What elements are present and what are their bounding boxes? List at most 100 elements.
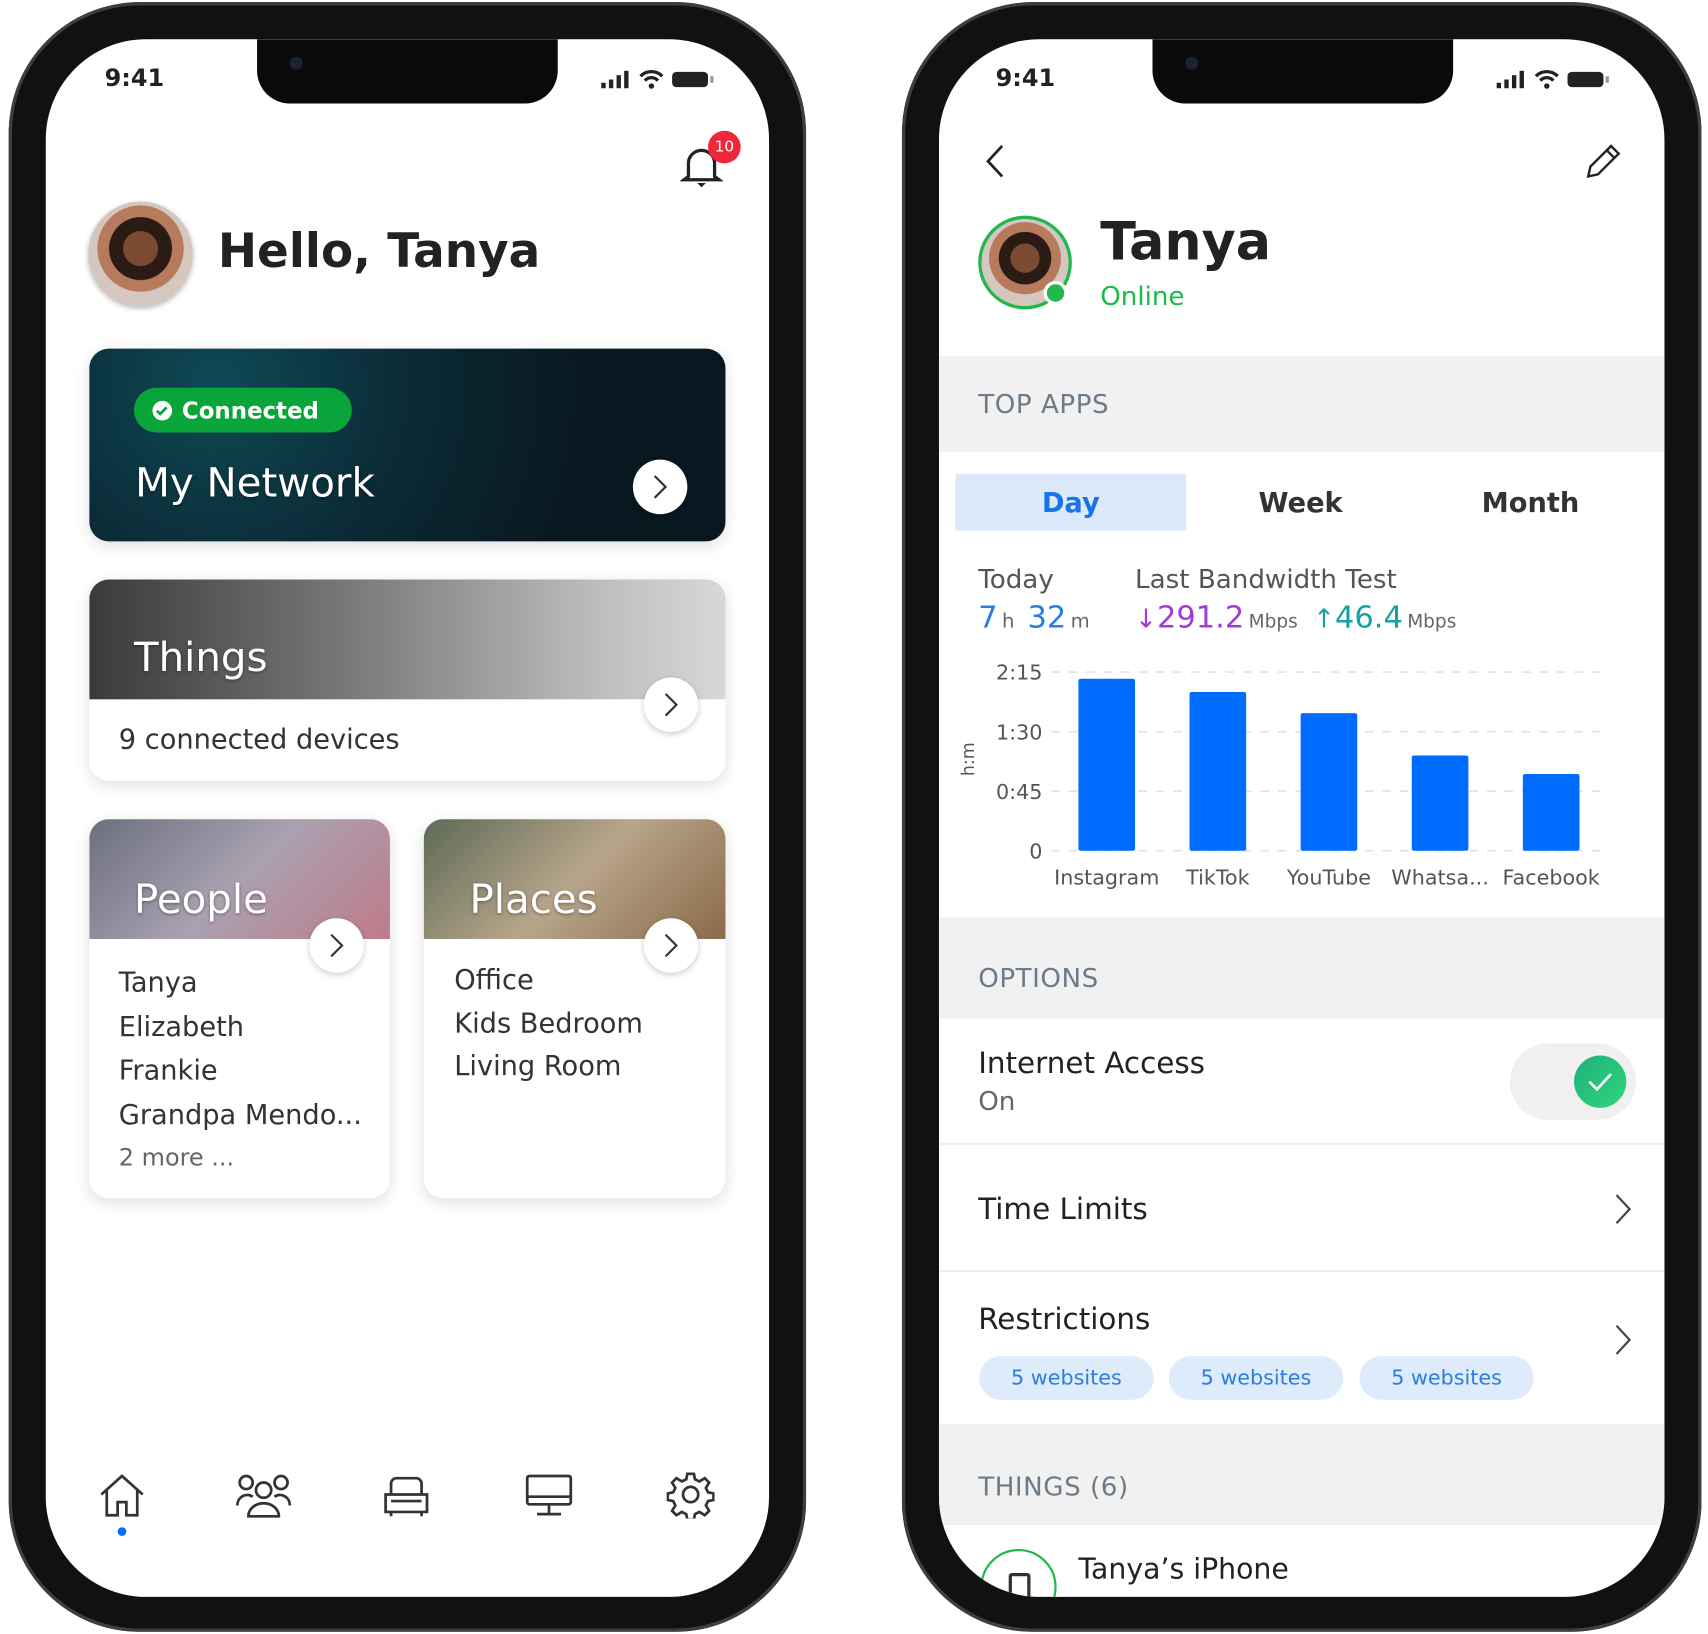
chevron-right-icon — [664, 693, 678, 717]
top-apps-header: TOP APPS — [938, 356, 1665, 453]
thing-item-name[interactable]: Tanya’s iPhone — [1078, 1553, 1288, 1586]
avatar[interactable] — [88, 201, 193, 307]
time-limits-row[interactable]: Time Limits — [938, 1145, 1665, 1273]
people-title: People — [133, 875, 268, 923]
upload-unit: Mbps — [1407, 611, 1457, 633]
y-tick-label: 1:30 — [996, 720, 1042, 744]
place-item[interactable]: Living Room — [454, 1045, 643, 1088]
connected-badge: Connected — [133, 387, 352, 433]
online-status: Online — [1100, 281, 1185, 312]
network-chevron-button[interactable] — [632, 459, 688, 515]
home-screen: 9:41 10 Hello, Tanya Connected My Networ… — [45, 39, 770, 1597]
person-item[interactable]: Tanya — [119, 961, 362, 1005]
places-title: Places — [469, 875, 598, 923]
bar-facebook — [1522, 773, 1580, 851]
more-people-link[interactable]: 2 more ... — [119, 1137, 362, 1181]
person-item[interactable]: Frankie — [119, 1049, 362, 1093]
x-tick-label: Instagram — [1054, 866, 1159, 890]
x-tick-label: TikTok — [1185, 866, 1250, 890]
people-icon[interactable] — [235, 1473, 292, 1519]
home-icon[interactable] — [98, 1473, 146, 1519]
bar-tiktok — [1189, 691, 1247, 851]
notch — [1152, 39, 1454, 104]
places-chevron-button[interactable] — [643, 918, 699, 973]
network-title: My Network — [135, 459, 375, 507]
things-header: THINGS (6) — [938, 1423, 1665, 1526]
signal-icon — [1496, 70, 1524, 89]
notifications-button[interactable]: 10 — [679, 130, 741, 190]
places-list: Office Kids Bedroom Living Room — [454, 959, 643, 1088]
active-tab-indicator — [117, 1527, 127, 1536]
tab-day[interactable]: Day — [955, 473, 1187, 531]
chevron-right-icon — [1615, 1324, 1632, 1355]
restrictions-title: Restrictions — [978, 1302, 1151, 1337]
things-chevron-button[interactable] — [643, 677, 699, 733]
bar-instagram — [1078, 678, 1136, 851]
bar-whatsa — [1411, 755, 1469, 851]
status-time: 9:41 — [995, 65, 1056, 93]
x-tick-label: Facebook — [1503, 866, 1600, 890]
couch-icon[interactable] — [382, 1475, 430, 1519]
internet-access-title: Internet Access — [978, 1046, 1206, 1081]
restriction-pill[interactable]: 5 websites — [1168, 1356, 1344, 1400]
person-item[interactable]: Elizabeth — [119, 1005, 362, 1049]
top-apps-chart: 0 0:45 1:30 2:15 h:m Instagram TikTok YouTube Wh… — [959, 661, 1604, 890]
restriction-pill[interactable]: 5 websites — [979, 1356, 1154, 1400]
person-item[interactable]: Grandpa Mendo... — [119, 1093, 362, 1137]
y-tick-label: 0 — [1029, 839, 1042, 863]
monitor-icon[interactable] — [524, 1473, 574, 1519]
check-circle-icon — [152, 400, 173, 420]
x-tick-label: Whatsa... — [1391, 866, 1489, 890]
restriction-pill[interactable]: 5 websites — [1359, 1356, 1534, 1400]
today-minutes: 32 — [1027, 599, 1067, 636]
profile-name: Tanya — [1100, 211, 1271, 273]
people-list: Tanya Elizabeth Frankie Grandpa Mendo...… — [119, 961, 362, 1182]
upload-speed: 46.4 — [1334, 599, 1403, 636]
internet-access-row: Internet Access On — [938, 1018, 1665, 1145]
online-dot — [1043, 281, 1068, 306]
tab-month[interactable]: Month — [1415, 474, 1646, 531]
hours-unit: h — [1001, 610, 1015, 633]
back-chevron-icon[interactable] — [985, 144, 1007, 179]
top-apps-label: TOP APPS — [978, 388, 1110, 420]
people-card[interactable]: People Tanya Elizabeth Frankie Grandpa M… — [89, 819, 390, 1199]
internet-access-value: On — [978, 1086, 1016, 1117]
greeting: Hello, Tanya — [217, 224, 541, 279]
restrictions-row[interactable]: Restrictions 5 websites 5 websites 5 web… — [939, 1272, 1664, 1423]
signal-icon — [601, 70, 629, 89]
notification-badge: 10 — [708, 130, 741, 164]
chevron-right-icon — [653, 475, 668, 499]
tab-week[interactable]: Week — [1185, 474, 1416, 531]
download-unit: Mbps — [1248, 611, 1298, 633]
today-label: Today — [978, 564, 1054, 595]
chevron-right-icon — [330, 933, 344, 958]
gear-icon[interactable] — [666, 1471, 715, 1519]
options-header: OPTIONS — [938, 917, 1665, 1019]
download-arrow-icon: ↓ — [1135, 603, 1157, 634]
x-tick-label: YouTube — [1286, 866, 1371, 890]
y-tick-label: 0:45 — [996, 780, 1042, 804]
place-item[interactable]: Kids Bedroom — [454, 1002, 643, 1045]
battery-icon — [672, 71, 714, 88]
things-title: Things — [133, 633, 268, 681]
internet-access-toggle[interactable] — [1509, 1043, 1637, 1120]
things-card[interactable]: Things 9 connected devices — [89, 579, 726, 782]
edit-pencil-icon[interactable] — [1584, 142, 1623, 181]
download-speed: 291.2 — [1156, 599, 1245, 636]
check-icon — [1588, 1073, 1613, 1092]
network-card[interactable]: Connected My Network — [89, 348, 726, 542]
status-icons — [1495, 70, 1610, 90]
connected-label: Connected — [181, 397, 319, 424]
upload-arrow-icon: ↑ — [1313, 603, 1335, 634]
tab-month-label: Month — [1481, 486, 1580, 518]
place-item[interactable]: Office — [454, 959, 643, 1002]
tab-week-label: Week — [1258, 486, 1343, 518]
bandwidth-label: Last Bandwidth Test — [1135, 564, 1397, 595]
thing-device-icon — [980, 1548, 1057, 1597]
battery-icon — [1567, 71, 1609, 88]
bandwidth-values: ↓291.2 Mbps ↑46.4 Mbps — [1135, 599, 1456, 635]
places-card[interactable]: Places Office Kids Bedroom Living Room — [423, 819, 726, 1199]
things-label: THINGS (6) — [978, 1471, 1129, 1503]
minutes-unit: m — [1070, 610, 1090, 633]
chevron-right-icon — [1615, 1194, 1632, 1225]
